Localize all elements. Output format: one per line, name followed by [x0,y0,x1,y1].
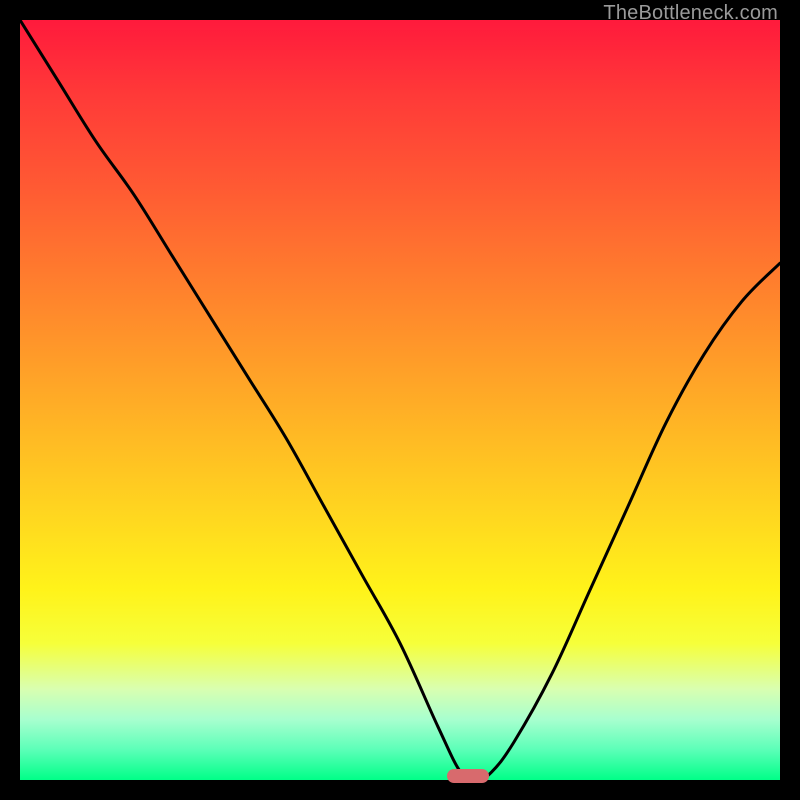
watermark-text: TheBottleneck.com [603,2,778,25]
bottleneck-curve [20,20,780,780]
optimum-marker [447,769,489,783]
plot-area [20,20,780,780]
chart-frame: TheBottleneck.com [0,0,800,800]
